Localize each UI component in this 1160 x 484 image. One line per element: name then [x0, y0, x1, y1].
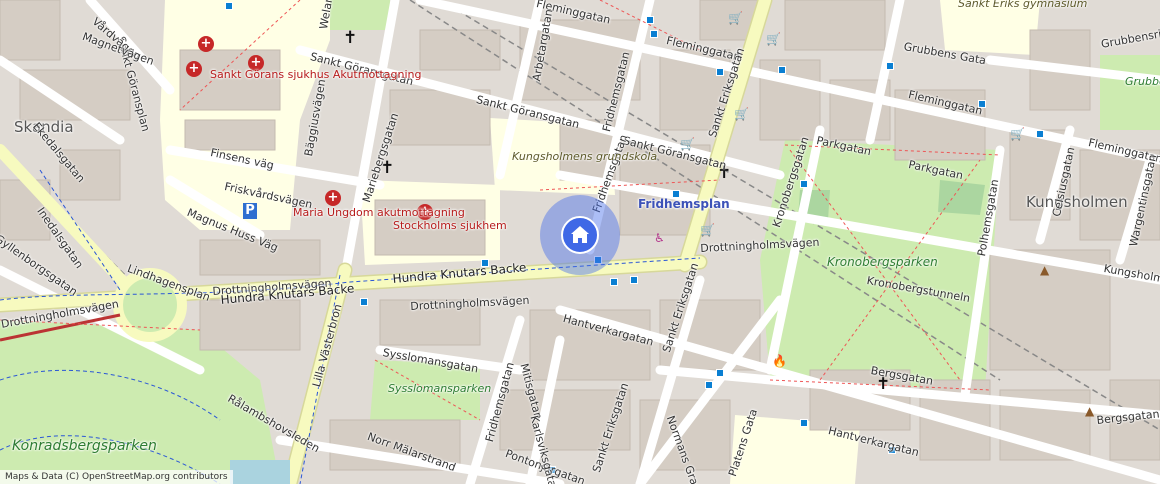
transit-stop-icon[interactable] [716, 68, 724, 76]
park-label-grubbensparken: Grubbensparken [1125, 75, 1160, 88]
accessible-icon[interactable]: ♿ [654, 232, 665, 244]
transit-stop-icon[interactable] [800, 180, 808, 188]
transit-stop-icon[interactable] [610, 278, 618, 286]
hospital-icon[interactable]: + [198, 36, 214, 52]
poi-label-maria-ungdom[interactable]: Maria Ungdom akutmottagning [293, 206, 465, 219]
park-label-kronobergsparken: Kronobergsparken [827, 255, 938, 269]
museum-icon[interactable]: ▲ [1040, 264, 1049, 276]
transit-stop-icon[interactable] [705, 381, 713, 389]
transit-stop-icon[interactable] [716, 369, 724, 377]
district-label-kungsholmen: Kungsholmen [1026, 193, 1128, 211]
transit-stop-icon[interactable] [886, 62, 894, 70]
poi-label-kungsholmens-grundskola[interactable]: Kungsholmens grundskola [512, 150, 657, 163]
map-attribution: Maps & Data (C) OpenStreetMap.org contri… [0, 470, 233, 484]
park-label-sysslomansparken: Sysslomansparken [388, 382, 492, 395]
poi-label-sankt-eriks-gymnasium[interactable]: Sankt Eriks gymnasium [958, 0, 1087, 10]
park-label-konradsbergsparken: Konradsbergsparken [12, 438, 157, 454]
station-label-fridhemsplan[interactable]: Fridhemsplan [638, 197, 730, 211]
transit-stop-icon[interactable] [646, 16, 654, 24]
shopping-cart-icon[interactable]: 🛒 [728, 12, 743, 24]
shopping-cart-icon[interactable]: 🛒 [766, 33, 781, 45]
transit-stop-icon[interactable] [650, 30, 658, 38]
shopping-cart-icon[interactable]: 🛒 [700, 224, 715, 236]
parking-icon[interactable]: P [243, 203, 257, 219]
museum-icon[interactable]: ▲ [1085, 405, 1094, 417]
transit-stop-icon[interactable] [1036, 130, 1044, 138]
location-marker[interactable] [561, 216, 599, 254]
transit-stop-icon[interactable] [800, 419, 808, 427]
transit-stop-icon[interactable] [778, 66, 786, 74]
shopping-cart-icon[interactable]: 🛒 [1010, 128, 1025, 140]
home-icon [571, 226, 589, 243]
shopping-cart-icon[interactable]: 🛒 [734, 108, 749, 120]
transit-stop-icon[interactable] [225, 2, 233, 10]
poi-label-sankt-gorans[interactable]: Sankt Görans sjukhus Akutmottagning [210, 68, 422, 81]
poi-label-stockholms-sjukhem[interactable]: Stockholms sjukhem [393, 219, 507, 232]
transit-stop-icon[interactable] [630, 276, 638, 284]
transit-stop-icon[interactable] [360, 298, 368, 306]
church-icon[interactable]: ✝ [343, 30, 357, 47]
hospital-icon[interactable]: + [186, 61, 202, 77]
hospital-icon[interactable]: + [325, 190, 341, 206]
map-view[interactable]: + + + + + ✝ ✝ ✝ ✝ 🛒 🛒 🛒 🛒 🛒 🛒 P ▲ ▲ 🔥 ♿ … [0, 0, 1160, 484]
fire-station-icon[interactable]: 🔥 [772, 355, 787, 367]
